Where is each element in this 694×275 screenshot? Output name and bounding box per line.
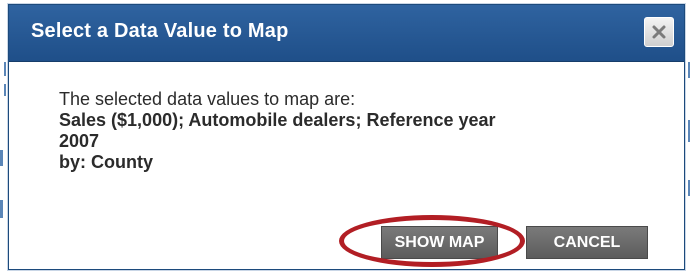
background-fragment [688,180,690,196]
close-button[interactable] [644,17,674,47]
close-icon [652,25,666,39]
cancel-button[interactable]: CANCEL [526,226,648,259]
dialog-title: Select a Data Value to Map [31,20,289,42]
background-fragment [0,200,3,218]
background-fragment [688,62,690,78]
map-data-value-dialog: Select a Data Value to Map The selected … [8,4,685,270]
selected-value-year: 2007 [59,131,100,151]
selected-value-line: Sales ($1,000); Automobile dealers; Refe… [59,110,496,130]
selected-value-geography: by: County [59,152,153,172]
background-fragment [688,120,690,142]
background-fragment [4,62,6,76]
dialog-titlebar: Select a Data Value to Map [9,5,684,62]
dialog-body: The selected data values to map are: Sal… [59,89,659,173]
background-fragment [4,84,6,96]
background-fragment [0,150,3,166]
show-map-button[interactable]: SHOW MAP [381,226,498,259]
dialog-intro-text: The selected data values to map are: [59,89,356,109]
